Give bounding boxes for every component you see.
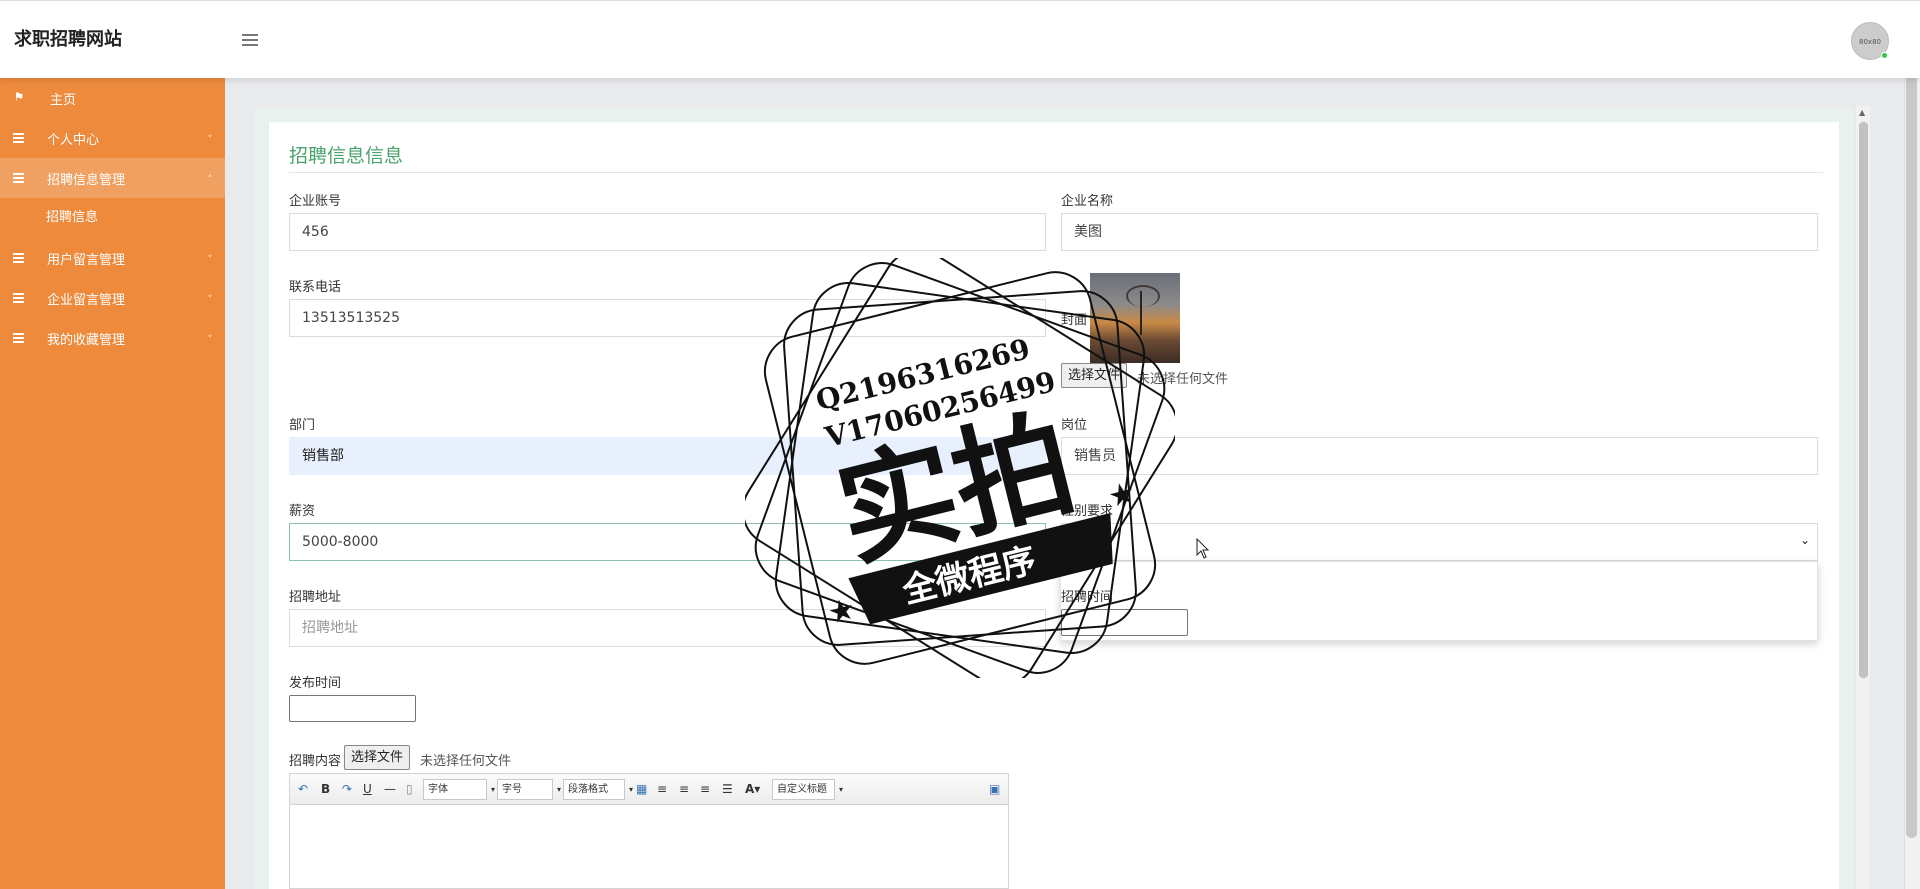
underline-icon[interactable]: U <box>363 782 372 796</box>
sidebar-item-personal-center[interactable]: 个人中心 ˅ <box>0 118 225 158</box>
cover-file-status: 未选择任何文件 <box>1137 372 1229 387</box>
address-field[interactable]: 招聘地址 <box>289 609 1046 647</box>
menu-icon <box>13 293 25 305</box>
rich-text-editor[interactable]: ↶ B ↷ U — ▯ 字体 ▾ 字号 ▾ 段落格式 ▾ ▦ ≡ ≡ ≡ ☰ A▾ 自… <box>289 773 1009 889</box>
sidebar-item-company-messages[interactable]: 企业留言管理 ˅ <box>0 278 225 318</box>
department-label: 部门 <box>289 418 316 433</box>
cover-file-button[interactable]: 选择文件 <box>1061 363 1128 388</box>
publish-time-label: 发布时间 <box>289 676 342 691</box>
caret-down-icon: ▾ <box>628 785 633 794</box>
fullscreen-icon[interactable]: ▣ <box>989 782 1000 796</box>
custom-heading-select[interactable]: 自定义标题 ▾ <box>772 779 843 800</box>
salary-field[interactable]: 5000-8000 <box>289 523 1046 561</box>
caret-down-icon: ▾ <box>490 785 495 794</box>
phone-label: 联系电话 <box>289 280 342 295</box>
menu-icon <box>13 133 25 145</box>
sidebar-item-label: 我的收藏管理 <box>47 332 126 348</box>
align-justify-icon[interactable]: ☰ <box>722 782 733 796</box>
page-title: 招聘信息信息 <box>289 145 404 167</box>
sidebar-item-recruitment-management[interactable]: 招聘信息管理 ˄ <box>0 158 225 198</box>
company-account-field[interactable]: 456 <box>289 213 1046 251</box>
menu-icon <box>13 253 25 265</box>
cover-label: 封面 <box>1061 313 1088 328</box>
custom-heading-label: 自定义标题 <box>777 784 827 795</box>
sidebar: ⚑ 主页 个人中心 ˅ 招聘信息管理 ˄ 招聘信息 用户留言管理 ˅ 企业留言管… <box>0 78 225 889</box>
chevron-down-icon: ˅ <box>207 255 213 265</box>
paragraph-format-label: 段落格式 <box>568 784 608 795</box>
content-file-status: 未选择任何文件 <box>420 754 512 769</box>
scroll-up-icon[interactable]: ▲ <box>1859 108 1865 117</box>
gender-select[interactable] <box>1061 523 1818 561</box>
caret-down-icon: ▾ <box>838 785 843 794</box>
font-family-label: 字体 <box>428 784 448 795</box>
content-file-button[interactable]: 选择文件 <box>344 745 411 770</box>
bold-icon[interactable]: B <box>321 782 330 796</box>
page-scrollbar-thumb[interactable] <box>1906 48 1917 838</box>
sidebar-item-user-messages[interactable]: 用户留言管理 ˅ <box>0 238 225 278</box>
cover-image <box>1090 273 1180 363</box>
sidebar-item-label: 企业留言管理 <box>47 292 126 308</box>
chevron-up-icon: ˄ <box>207 175 213 185</box>
caret-down-icon: ▾ <box>556 785 561 794</box>
publish-time-field[interactable] <box>289 695 416 722</box>
salary-label: 薪资 <box>289 504 316 519</box>
sidebar-item-home[interactable]: ⚑ 主页 <box>0 78 225 118</box>
chevron-down-icon: ˅ <box>207 295 213 305</box>
phone-field[interactable]: 13513513525 <box>289 299 1046 337</box>
sidebar-item-favorites[interactable]: 我的收藏管理 ˅ <box>0 318 225 358</box>
sidebar-item-label: 用户留言管理 <box>47 252 126 268</box>
position-field[interactable]: 销售员 <box>1061 437 1818 475</box>
content-label: 招聘内容 <box>289 754 342 769</box>
horizontal-rule-icon[interactable]: — <box>384 782 396 796</box>
company-account-label: 企业账号 <box>289 194 342 209</box>
company-name-field[interactable]: 美图 <box>1061 213 1818 251</box>
font-size-select[interactable]: 字号 ▾ <box>497 779 561 800</box>
recruit-time-label: 招聘时间 <box>1061 590 1114 605</box>
document-icon[interactable]: ▯ <box>406 782 413 796</box>
sidebar-item-label: 主页 <box>50 92 77 108</box>
position-label: 岗位 <box>1061 418 1088 433</box>
online-status-dot <box>1881 52 1888 59</box>
menu-icon <box>13 333 25 345</box>
sidebar-subitem-recruitment-info[interactable]: 招聘信息 <box>0 198 225 238</box>
font-size-label: 字号 <box>502 784 522 795</box>
table-icon[interactable]: ▦ <box>636 782 647 796</box>
address-label: 招聘地址 <box>289 590 342 605</box>
align-right-icon[interactable]: ≡ <box>679 782 689 796</box>
app-title: 求职招聘网站 <box>14 29 122 50</box>
font-color-icon[interactable]: A▾ <box>745 782 760 796</box>
recruit-time-field[interactable] <box>1061 609 1188 636</box>
editor-toolbar: ↶ B ↷ U — ▯ 字体 ▾ 字号 ▾ 段落格式 ▾ ▦ ≡ ≡ ≡ ☰ A▾ 自… <box>290 774 1008 805</box>
menu-icon <box>13 173 25 185</box>
chevron-down-icon: ˅ <box>207 335 213 345</box>
company-name-label: 企业名称 <box>1061 194 1114 209</box>
align-left-icon[interactable]: ≡ <box>657 782 667 796</box>
sidebar-item-label: 招聘信息管理 <box>47 172 126 188</box>
flag-icon: ⚑ <box>13 90 25 104</box>
sidebar-item-label: 个人中心 <box>47 132 100 148</box>
hamburger-menu-icon[interactable] <box>242 34 258 46</box>
undo-icon[interactable]: ↶ <box>298 782 308 796</box>
font-family-select[interactable]: 字体 ▾ <box>423 779 495 800</box>
content-scrollbar-thumb[interactable] <box>1859 122 1868 678</box>
department-field[interactable]: 销售部 <box>289 437 1046 475</box>
mouse-cursor-icon <box>1196 538 1210 559</box>
chevron-down-icon: ˅ <box>207 135 213 145</box>
top-header: 求职招聘网站 80x80 <box>0 0 1920 78</box>
title-divider <box>289 172 1823 173</box>
chevron-down-icon: ⌄ <box>1800 533 1811 547</box>
paragraph-format-select[interactable]: 段落格式 ▾ <box>563 779 633 800</box>
redo-icon[interactable]: ↷ <box>342 782 352 796</box>
align-center-icon[interactable]: ≡ <box>700 782 710 796</box>
gender-label: 性别要求 <box>1061 504 1114 519</box>
